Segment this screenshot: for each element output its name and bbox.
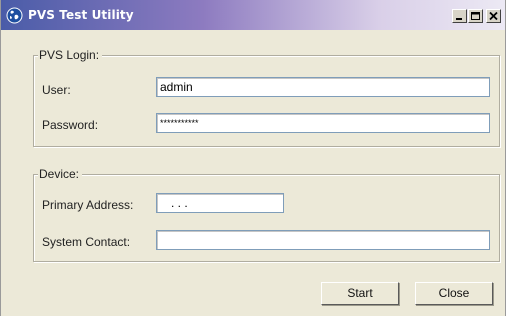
user-input[interactable]: admin [156, 77, 490, 97]
maximize-button[interactable] [468, 9, 483, 23]
start-button[interactable]: Start [321, 282, 399, 305]
system-contact-label: System Contact: [42, 235, 131, 249]
pvs-login-group: PVS Login: [33, 48, 500, 147]
window-title: PVS Test Utility [28, 8, 134, 22]
primary-address-input[interactable]: . . . [156, 193, 284, 213]
title-bar[interactable]: PVS Test Utility [1, 0, 505, 30]
password-label: Password: [42, 118, 99, 132]
close-window-button[interactable] [486, 9, 501, 23]
system-contact-input[interactable] [156, 230, 490, 250]
close-button[interactable]: Close [415, 282, 493, 305]
user-label: User: [42, 83, 71, 97]
primary-address-label: Primary Address: [42, 198, 134, 212]
maximize-icon [471, 12, 480, 20]
app-globe-icon [6, 7, 23, 24]
close-icon [489, 11, 498, 21]
password-input[interactable]: *********** [156, 113, 490, 133]
app-window: PVS Test Utility PVS Login: User: admin … [0, 0, 506, 316]
minimize-button[interactable] [452, 9, 467, 23]
device-legend: Device: [38, 167, 83, 181]
pvs-login-legend: PVS Login: [38, 48, 103, 62]
minimize-icon [456, 18, 462, 20]
